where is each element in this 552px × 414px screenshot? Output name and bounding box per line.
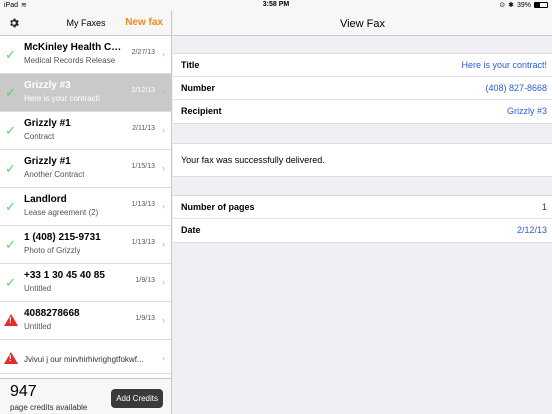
chevron-right-icon: › — [162, 163, 165, 173]
detail-row-number: Number (408) 827-8668 — [173, 77, 552, 100]
item-date: 1/9/13 — [135, 315, 155, 322]
detail-label: Recipient — [181, 106, 222, 116]
list-item[interactable]: ✓ +33 1 30 45 40 85 Untitled 1/9/13 › — [0, 264, 171, 302]
meta-label: Number of pages — [181, 202, 255, 212]
status-bar: iPad ≋ 3:58 PM ⊙ ✱ 39% — [0, 0, 552, 11]
list-item[interactable]: Jvivui j our mirvhirhivrighgtfokwf... › — [0, 340, 171, 374]
status-message-text: Your fax was successfully delivered. — [181, 155, 325, 165]
credits-label: page credits available — [10, 403, 88, 412]
status-right: ⊙ ✱ 39% — [499, 1, 548, 9]
fax-detail-header: View Fax — [173, 11, 552, 36]
credits-footer: 947 page credits available Add Credits — [0, 378, 171, 414]
list-item[interactable]: ✓ Landlord Lease agreement (2) 1/13/13 › — [0, 188, 171, 226]
detail-label: Number — [181, 83, 216, 93]
detail-row-title: Title Here is your contract! — [173, 54, 552, 77]
detail-value[interactable]: (408) 827-8668 — [485, 83, 547, 93]
list-item[interactable]: ✓ Grizzly #1 Another Contract 1/15/13 › — [0, 150, 171, 188]
list-item[interactable]: 4088278668 Untitled 1/9/13 › — [0, 302, 171, 340]
bluetooth-icon: ✱ — [508, 2, 514, 9]
item-title: 1 (408) 215-9731 — [24, 232, 101, 243]
list-item[interactable]: ✓ 1 (408) 215-9731 Photo of Grizzly 1/13… — [0, 226, 171, 264]
item-date: 2/12/13 — [131, 87, 155, 94]
chevron-right-icon: › — [162, 49, 165, 59]
credits-count: 947 — [10, 383, 37, 400]
checkmark-icon: ✓ — [5, 199, 16, 214]
checkmark-icon: ✓ — [5, 47, 16, 62]
chevron-right-icon: › — [162, 201, 165, 211]
detail-row-recipient: Recipient Grizzly #3 — [173, 100, 552, 123]
meta-label: Date — [181, 225, 201, 235]
detail-label: Title — [181, 60, 200, 70]
meta-row-pages: Number of pages 1 — [173, 196, 552, 219]
warning-icon — [4, 314, 18, 326]
status-time: 3:58 PM — [262, 1, 290, 8]
chevron-right-icon: › — [162, 87, 165, 97]
chevron-right-icon: › — [162, 353, 165, 363]
checkmark-icon: ✓ — [5, 237, 16, 252]
item-date: 1/9/13 — [135, 277, 155, 284]
item-title: Landlord — [24, 194, 67, 205]
item-subtitle: Untitled — [24, 284, 52, 293]
meta-value: 1 — [541, 202, 547, 212]
item-date: 2/27/13 — [131, 49, 155, 56]
item-title: Grizzly #1 — [24, 118, 71, 129]
add-credits-button[interactable]: Add Credits — [111, 389, 163, 408]
chevron-right-icon: › — [162, 277, 165, 287]
checkmark-icon: ✓ — [5, 161, 16, 176]
status-message: Your fax was successfully delivered. — [173, 144, 552, 176]
item-title: McKinley Health Ce... — [24, 42, 124, 53]
checkmark-icon: ✓ — [5, 123, 16, 138]
item-subtitle: Contract — [24, 132, 55, 141]
item-date: 2/11/13 — [132, 125, 155, 132]
chevron-right-icon: › — [162, 125, 165, 135]
list-item[interactable]: ✓ Grizzly #1 Contract 2/11/13 › — [0, 112, 171, 150]
chevron-right-icon: › — [162, 315, 165, 325]
chevron-right-icon: › — [162, 239, 165, 249]
item-subtitle: Photo of Grizzly — [24, 246, 81, 255]
fax-detail-panel: View Fax Title Here is your contract! Nu… — [173, 11, 552, 414]
fax-list: ✓ McKinley Health Ce... Medical Records … — [0, 36, 171, 374]
item-title: +33 1 30 45 40 85 — [24, 270, 105, 281]
fax-details-group: Title Here is your contract! Number (408… — [173, 53, 552, 124]
battery-percent: 39% — [516, 1, 531, 9]
battery-icon — [534, 2, 548, 8]
item-subtitle: Lease agreement (2) — [24, 208, 99, 217]
new-fax-button[interactable]: New fax — [125, 17, 163, 28]
fax-list-header: My Faxes New fax — [0, 11, 171, 36]
page-title: View Fax — [339, 18, 386, 30]
item-subtitle: Medical Records Release — [24, 56, 116, 65]
item-subtitle: Jvivui j our mirvhirhivrighgtfokwf... — [24, 355, 144, 364]
fax-list-panel: My Faxes New fax ✓ McKinley Health Ce...… — [0, 11, 172, 414]
item-date: 1/13/13 — [131, 239, 155, 246]
item-title: 4088278668 — [24, 308, 80, 319]
status-message-group: Your fax was successfully delivered. — [173, 143, 552, 177]
item-date: 1/13/13 — [131, 201, 155, 208]
rotation-lock-icon: ⊙ — [499, 2, 506, 9]
item-subtitle: Another Contract — [24, 170, 85, 179]
item-title: Grizzly #1 — [24, 156, 71, 167]
item-subtitle: Here is your contract! — [24, 94, 101, 103]
item-title: Grizzly #3 — [24, 80, 71, 91]
list-item[interactable]: ✓ Grizzly #3 Here is your contract! 2/12… — [0, 74, 171, 112]
checkmark-icon: ✓ — [5, 85, 16, 100]
item-date: 1/15/13 — [131, 163, 155, 170]
warning-icon — [4, 352, 18, 364]
detail-value[interactable]: Grizzly #3 — [507, 106, 547, 116]
fax-meta-group: Number of pages 1 Date 2/12/13 — [173, 195, 552, 243]
list-item[interactable]: ✓ McKinley Health Ce... Medical Records … — [0, 36, 171, 74]
item-subtitle: Untitled — [24, 322, 52, 331]
meta-row-date: Date 2/12/13 — [173, 219, 552, 242]
checkmark-icon: ✓ — [5, 275, 16, 290]
meta-value: 2/12/13 — [516, 225, 547, 235]
detail-value[interactable]: Here is your contract! — [461, 60, 547, 70]
